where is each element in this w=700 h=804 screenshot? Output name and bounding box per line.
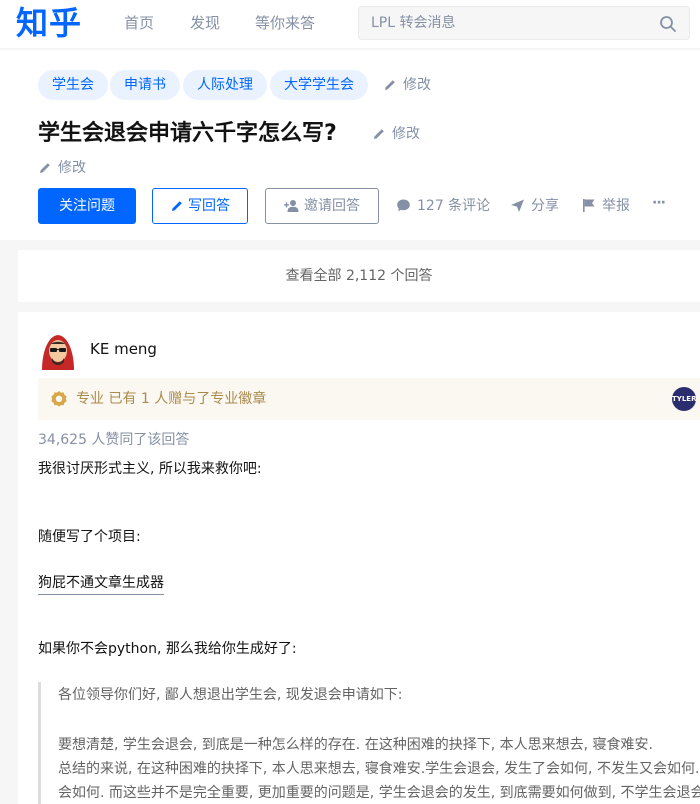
edit-tags-link[interactable]: 修改 xyxy=(383,75,431,95)
question-header: 学生会 申请书 人际处理 大学学生会 修改 学生会退会申请六千字怎么写? 修改 … xyxy=(0,50,700,240)
edit-description-link[interactable]: 修改 xyxy=(38,158,86,178)
share-icon xyxy=(511,199,524,212)
search-input[interactable] xyxy=(371,7,651,39)
answer-card: KE meng 专业 已有 1 人赠与了专业徽章 TYLER 34,625 人赞… xyxy=(18,312,700,804)
add-user-icon xyxy=(284,200,299,212)
invite-answer-label: 邀请回答 xyxy=(304,198,360,214)
view-all-answers-link[interactable]: 查看全部 2,112 个回答 xyxy=(18,250,700,302)
pencil-icon xyxy=(374,129,384,139)
report-label: 举报 xyxy=(602,198,630,214)
edit-label: 修改 xyxy=(392,126,420,142)
write-answer-label: 写回答 xyxy=(188,198,230,214)
answer-paragraph: 随便写了个项目: xyxy=(38,529,141,545)
nav-discover[interactable]: 发现 xyxy=(190,12,220,34)
nav-waiting-answers[interactable]: 等你来答 xyxy=(255,12,315,34)
follow-question-button[interactable]: 关注问题 xyxy=(38,188,136,224)
pencil-icon xyxy=(40,163,50,173)
top-bar: 知乎 首页 发现 等你来答 xyxy=(0,0,700,48)
edit-label: 修改 xyxy=(403,77,431,93)
quote-line: 要想清楚, 学生会退会, 到底是一种怎么样的存在. 在这种困难的抉择下, 本人思… xyxy=(58,737,653,753)
quote-line: 会如何. 而这些并不是完全重要, 更加重要的问题是, 学生会退会的发生, 到底需… xyxy=(58,785,700,801)
answer-paragraph: 如果你不会python, 那么我给你生成好了: xyxy=(38,641,297,657)
search-box xyxy=(358,6,690,40)
write-answer-button[interactable]: 写回答 xyxy=(152,188,248,224)
vote-count: 34,625 人赞同了该回答 xyxy=(38,432,190,448)
edit-title-link[interactable]: 修改 xyxy=(372,124,420,144)
flag-icon xyxy=(583,199,595,212)
share-label: 分享 xyxy=(531,198,559,214)
comment-icon xyxy=(397,199,410,212)
nav-home[interactable]: 首页 xyxy=(124,12,154,34)
project-link[interactable]: 狗屁不通文章生成器 xyxy=(38,572,164,595)
topic-tag-student-union[interactable]: 学生会 xyxy=(38,70,108,100)
invite-answer-button[interactable]: 邀请回答 xyxy=(265,188,379,224)
quote-line: 各位领导你们好, 鄙人想退出学生会, 现发退会申请如下: xyxy=(58,687,403,703)
share-button[interactable]: 分享 xyxy=(510,196,559,216)
comments-button[interactable]: 127 条评论 xyxy=(396,196,490,216)
quote-line: 总结的来说, 在这种困难的抉择下, 本人思来想去, 寝食难安.学生会退会, 发生… xyxy=(58,761,700,777)
badge-icon xyxy=(51,391,67,407)
blockquote: 各位领导你们好, 鄙人想退出学生会, 现发退会申请如下: 要想清楚, 学生会退会… xyxy=(38,682,700,804)
topic-tag-application[interactable]: 申请书 xyxy=(110,70,180,100)
pencil-icon xyxy=(385,80,395,90)
search-icon[interactable] xyxy=(659,15,677,33)
author-avatar[interactable] xyxy=(38,330,78,370)
pencil-icon xyxy=(172,201,182,211)
question-title: 学生会退会申请六千字怎么写? xyxy=(38,121,337,146)
topic-tag-university-student-union[interactable]: 大学学生会 xyxy=(270,70,368,100)
zhihu-logo[interactable]: 知乎 xyxy=(16,2,82,44)
report-button[interactable]: 举报 xyxy=(582,196,630,216)
comments-count: 127 条评论 xyxy=(417,198,491,214)
answer-paragraph: 我很讨厌形式主义, 所以我来救你吧: xyxy=(38,461,262,477)
badge-giver-avatar[interactable]: TYLER xyxy=(672,387,696,411)
professional-badge-bar[interactable]: 专业 已有 1 人赠与了专业徽章 TYLER xyxy=(38,378,700,420)
more-options-button[interactable]: ··· xyxy=(652,193,666,213)
edit-label: 修改 xyxy=(58,160,86,176)
author-name[interactable]: KE meng xyxy=(90,338,157,360)
topic-tag-interpersonal[interactable]: 人际处理 xyxy=(183,70,267,100)
badge-text: 专业 已有 1 人赠与了专业徽章 xyxy=(76,391,267,407)
